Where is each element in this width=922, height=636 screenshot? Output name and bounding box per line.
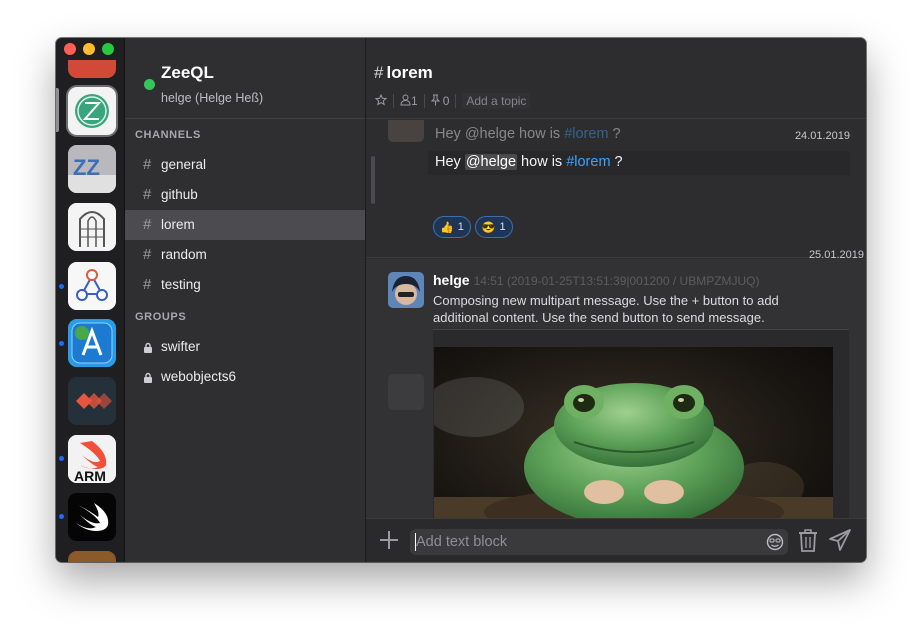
channel-title-text: lorem	[386, 63, 433, 82]
channel-header: # lorem 1 0 Add a topic	[366, 38, 866, 119]
channel-label: random	[161, 247, 207, 262]
channel-view: # lorem 1 0 Add a topic Hey @helge how i…	[366, 38, 866, 562]
xcode-workspace-icon[interactable]	[68, 319, 116, 367]
current-user: helge (Helge Heß)	[161, 91, 264, 105]
divider	[393, 94, 394, 108]
avatar[interactable]	[388, 272, 424, 308]
pin-count[interactable]: 0	[443, 94, 450, 108]
lock-icon	[143, 372, 161, 383]
workspace-rail: ZZ ARM	[56, 38, 125, 562]
emoji-picker-button[interactable]	[766, 533, 784, 556]
unread-indicator	[59, 456, 64, 461]
topic-field[interactable]: Add a topic	[462, 93, 531, 109]
channel-title: # lorem	[374, 63, 433, 83]
zeeql-workspace-icon[interactable]	[68, 87, 116, 135]
rail-selection-indicator	[56, 88, 59, 132]
message-author[interactable]: helge	[433, 272, 470, 288]
avatar	[388, 120, 424, 142]
svg-text:ARM: ARM	[74, 468, 106, 483]
member-count[interactable]: 1	[411, 94, 418, 108]
hash-icon: #	[143, 186, 152, 203]
scroll-thumb[interactable]	[371, 156, 375, 204]
channel-item-lorem[interactable]: # lorem	[125, 210, 365, 240]
group-label: swifter	[161, 339, 201, 354]
send-button[interactable]	[828, 528, 852, 557]
channel-item-random[interactable]: # random	[125, 240, 365, 270]
frog-image[interactable]	[434, 347, 833, 518]
star-icon[interactable]	[374, 93, 388, 109]
chevrons-workspace-icon[interactable]	[68, 377, 116, 425]
channel-item-github[interactable]: # github	[125, 180, 365, 210]
hash-icon: #	[143, 156, 152, 173]
channel-meta: 1 0 Add a topic	[374, 93, 531, 109]
user-mention[interactable]: @helge	[464, 154, 518, 170]
reaction-count: 1	[457, 221, 464, 233]
message-text: Hey @helge how is #lorem ?	[435, 154, 623, 170]
archway-workspace-icon[interactable]	[68, 203, 116, 251]
hash-icon: #	[143, 276, 152, 293]
message-body: Composing new multipart message. Use the…	[433, 293, 779, 325]
text-block-field	[410, 529, 788, 555]
hash-icon: #	[374, 63, 384, 82]
message-timestamp: 14:51 (2019-01-25T13:51:39|001200 / UBMP…	[473, 274, 760, 288]
hash-icon: #	[143, 216, 152, 233]
lock-icon	[143, 342, 161, 353]
channel-link[interactable]: #lorem	[566, 154, 610, 170]
workspace-app-icon[interactable]	[68, 60, 116, 78]
thumbs-up-icon: 👍	[440, 221, 454, 234]
zz-workspace-icon[interactable]: ZZ	[68, 145, 116, 193]
graph-workspace-icon[interactable]	[68, 262, 116, 310]
reactions-row: 👍 1 😎 1	[433, 216, 517, 238]
message-list[interactable]: Hey @helge how is #lorem ? 24.01.2019 He…	[366, 120, 866, 518]
svg-text:ZZ: ZZ	[73, 155, 100, 180]
reaction-thumbs-up[interactable]: 👍 1	[433, 216, 471, 238]
text-block-input[interactable]	[416, 529, 756, 555]
swift-workspace-icon[interactable]	[68, 493, 116, 541]
divider	[366, 257, 866, 258]
previous-message-text: Hey @helge how is #lorem ?	[435, 126, 621, 142]
unread-indicator	[59, 341, 64, 346]
text-caret	[415, 533, 416, 551]
pin-icon	[430, 94, 440, 109]
group-label: webobjects6	[161, 369, 237, 384]
channel-item-testing[interactable]: # testing	[125, 270, 365, 300]
group-item-webobjects6[interactable]: webobjects6	[125, 362, 365, 392]
channel-label: testing	[161, 277, 201, 292]
reaction-count: 1	[499, 221, 506, 233]
person-icon	[400, 94, 411, 109]
online-status-icon	[144, 79, 155, 90]
swift-arm-workspace-icon[interactable]: ARM	[68, 435, 116, 483]
channels-section-title: CHANNELS	[135, 129, 201, 141]
channel-label: github	[161, 187, 198, 202]
minimize-window-button[interactable]	[83, 43, 95, 55]
workspace-header[interactable]: ZeeQL helge (Helge Heß)	[125, 38, 365, 119]
unread-indicator	[59, 514, 64, 519]
trash-button[interactable]	[798, 529, 818, 558]
reaction-cool[interactable]: 😎 1	[474, 216, 513, 238]
app-window: ZZ ARM ZeeQL helge (Helge Heß) CHANNELS …	[56, 38, 866, 562]
avatar	[388, 374, 424, 410]
hash-icon: #	[143, 246, 152, 263]
date-separator: 24.01.2019	[794, 130, 850, 142]
composer	[366, 518, 866, 562]
workspace-app-icon[interactable]	[68, 551, 116, 562]
divider	[423, 94, 425, 108]
channel-label: general	[161, 157, 207, 172]
window-controls	[64, 43, 114, 55]
workspace-name: ZeeQL	[161, 63, 214, 82]
group-item-swifter[interactable]: swifter	[125, 332, 365, 362]
zoom-window-button[interactable]	[102, 43, 114, 55]
groups-section-title: GROUPS	[135, 311, 187, 323]
add-content-button[interactable]	[378, 529, 400, 556]
sunglasses-icon: 😎	[481, 221, 496, 234]
message-header: helge 14:51 (2019-01-25T13:51:39|001200 /…	[433, 272, 760, 290]
channel-sidebar: ZeeQL helge (Helge Heß) CHANNELS # gener…	[125, 38, 366, 562]
channel-label: lorem	[161, 217, 195, 232]
divider	[455, 94, 457, 108]
unread-indicator	[59, 284, 64, 289]
channel-item-general[interactable]: # general	[125, 150, 365, 180]
close-window-button[interactable]	[64, 43, 76, 55]
